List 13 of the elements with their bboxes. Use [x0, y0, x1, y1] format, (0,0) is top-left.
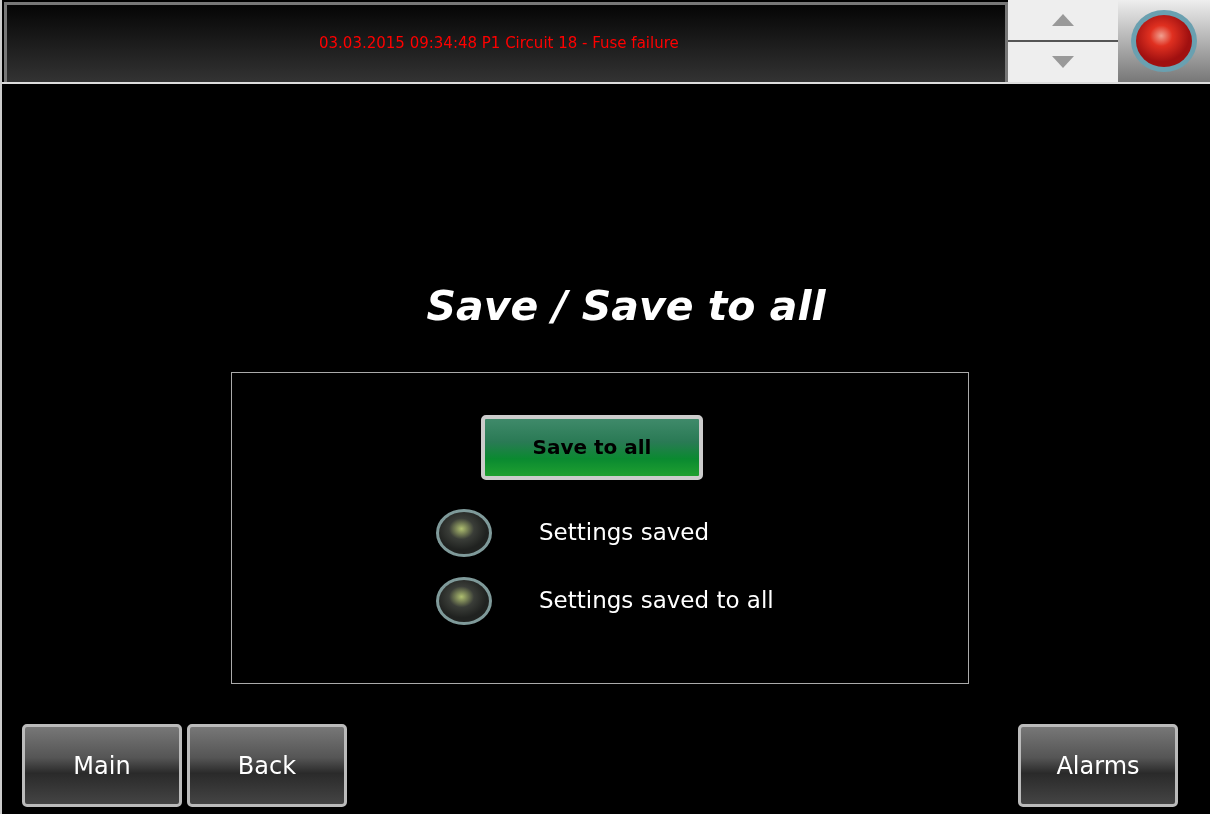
page-title: Save / Save to all	[425, 281, 827, 332]
nav-button[interactable]: Back	[187, 724, 347, 807]
scroll-up-button[interactable]	[1008, 0, 1118, 40]
indicator-label: Settings saved to all	[539, 586, 774, 616]
triangle-down-icon	[1052, 56, 1074, 68]
alarm-lamp[interactable]	[1129, 8, 1199, 74]
save-to-all-button[interactable]: Save to all	[481, 414, 703, 480]
triangle-up-icon	[1052, 14, 1074, 26]
nav-button[interactable]: Main	[22, 724, 182, 807]
scroll-down-button[interactable]	[1008, 42, 1118, 82]
alarms-button[interactable]: Alarms	[1018, 724, 1178, 807]
indicator-label: Settings saved	[539, 518, 710, 548]
alarm-message: 03.03.2015 09:34:48 P1 Circuit 18 - Fuse failure	[319, 33, 679, 55]
